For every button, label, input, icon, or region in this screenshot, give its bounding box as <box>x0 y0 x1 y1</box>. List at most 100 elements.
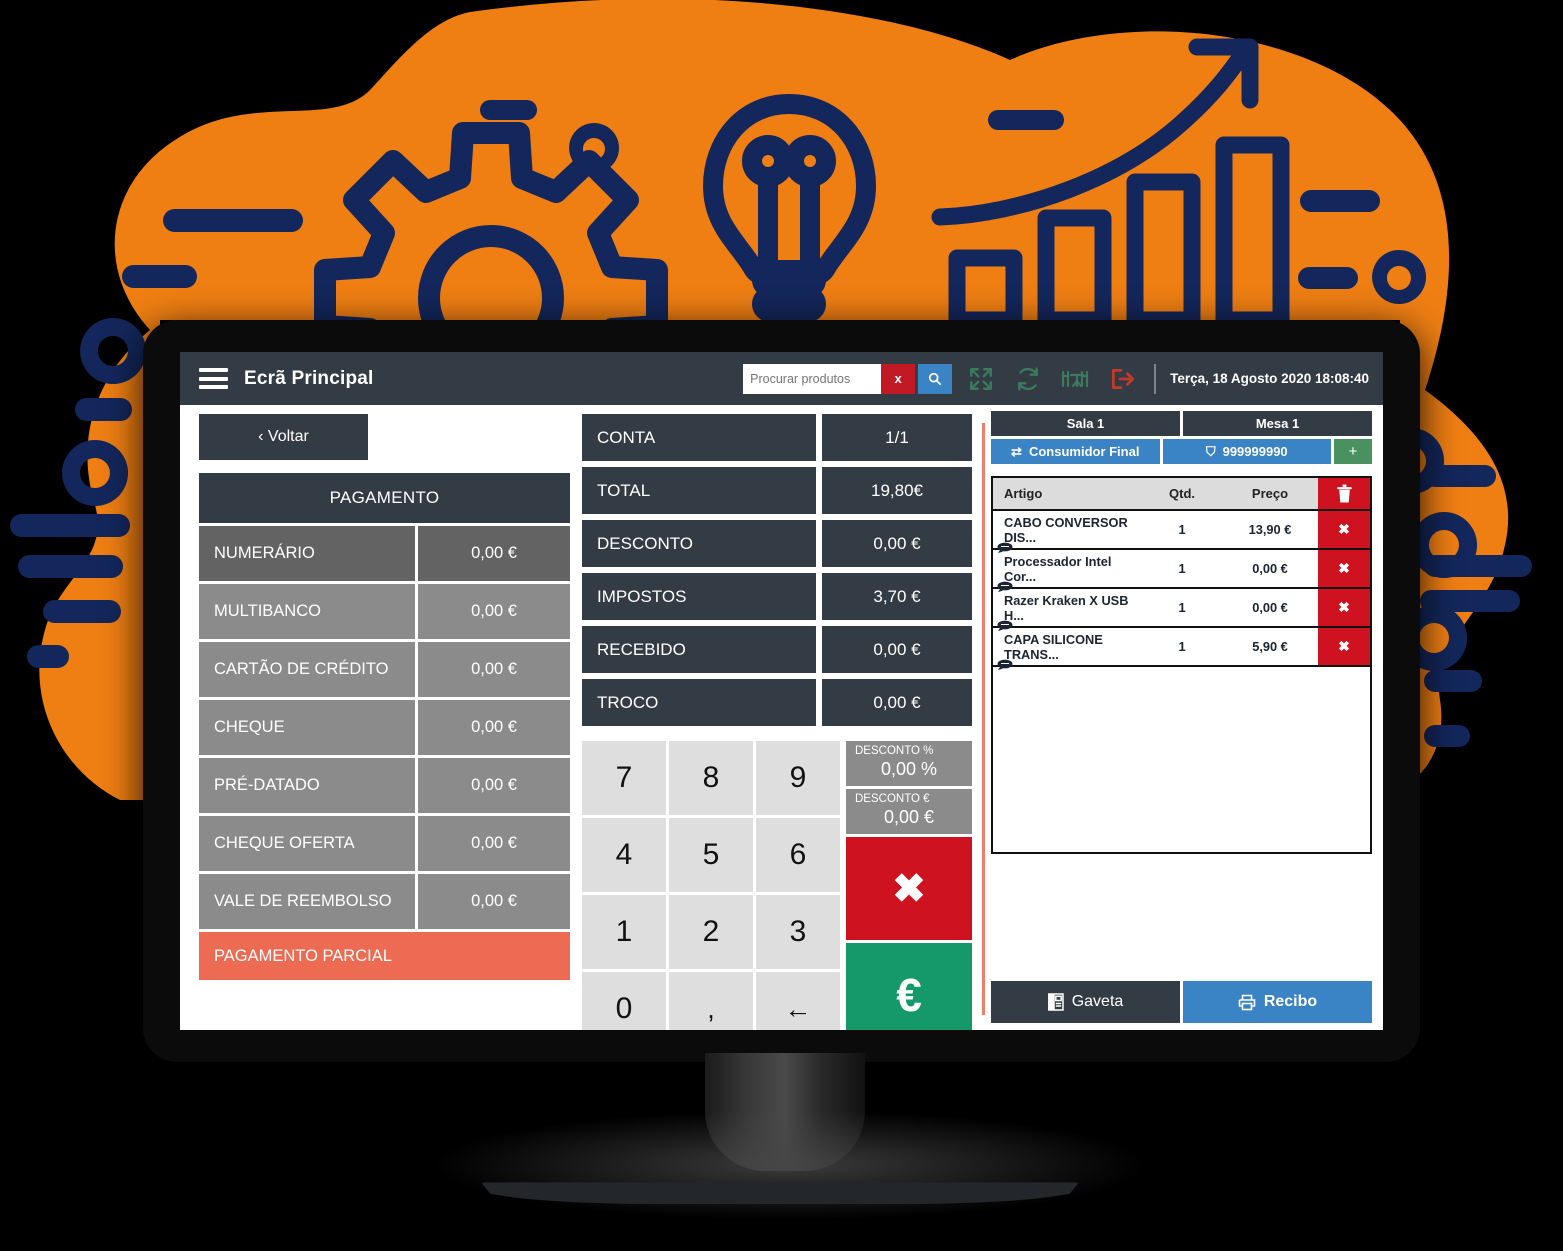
total-value: 0,00 € <box>822 520 972 567</box>
payment-method-row[interactable]: VALE DE REEMBOLSO 0,00 € <box>199 874 570 929</box>
discount-euro-label: DESCONTO € <box>855 793 930 806</box>
fullscreen-icon[interactable] <box>963 364 999 394</box>
logout-icon[interactable] <box>1104 364 1140 394</box>
cart-item-name: CABO CONVERSOR DIS... <box>1004 514 1128 545</box>
total-row: DESCONTO 0,00 € <box>582 520 972 567</box>
key-4[interactable]: 4 <box>582 818 666 892</box>
drawer-button[interactable]: Gaveta <box>991 981 1180 1023</box>
search-input[interactable] <box>743 363 882 394</box>
page-title: Ecrã Principal <box>244 367 374 389</box>
payment-method-label[interactable]: CARTÃO DE CRÉDITO <box>199 642 415 697</box>
cart-item-remove-button[interactable]: ✖ <box>1318 628 1370 665</box>
key-0[interactable]: 0 <box>582 972 666 1030</box>
cart-item-name: Razer Kraken X USB H... <box>1004 592 1129 623</box>
customer-button[interactable]: ⇄ Consumidor Final <box>991 439 1160 464</box>
cart-item-row[interactable]: Razer Kraken X USB H... 1 0,00 € ✖ <box>993 589 1370 631</box>
drawer-label: Gaveta <box>1071 993 1124 1010</box>
printer-icon <box>1238 994 1256 1010</box>
monitor-bezel: Ecrã Principal x <box>143 320 1420 1062</box>
cancel-button[interactable]: ✖ <box>846 837 972 941</box>
payment-method-label[interactable]: CHEQUE OFERTA <box>199 816 415 871</box>
cart-item-remove-button[interactable]: ✖ <box>1318 511 1370 548</box>
discount-percent-button[interactable]: DESCONTO % 0,00 % <box>846 741 972 787</box>
discount-euro-value: 0,00 € <box>883 807 935 828</box>
add-customer-button[interactable]: + <box>1334 439 1372 464</box>
key-3[interactable]: 3 <box>756 895 840 969</box>
key-decimal-comma[interactable]: , <box>669 972 753 1030</box>
payment-method-row[interactable]: CHEQUE OFERTA 0,00 € <box>199 816 570 871</box>
refresh-icon[interactable] <box>1010 364 1046 394</box>
tables-icon[interactable] <box>1057 364 1093 394</box>
search-icon[interactable] <box>918 363 953 394</box>
key-6[interactable]: 6 <box>756 818 840 892</box>
id-card-icon: ⛉ <box>1205 443 1216 459</box>
payment-method-row[interactable]: PRÉ-DATADO 0,00 € <box>199 758 570 813</box>
customer-name: Consumidor Final <box>1028 444 1140 459</box>
room-label: Sala 1 <box>991 411 1180 436</box>
panel-divider <box>982 423 985 1015</box>
confirm-payment-button[interactable]: € <box>846 943 972 1030</box>
cart-item-name: CAPA SILICONE TRANS... <box>1004 631 1103 662</box>
payment-method-row[interactable]: CARTÃO DE CRÉDITO 0,00 € <box>199 642 570 697</box>
key-8[interactable]: 8 <box>669 741 753 815</box>
column-header-price: Preço <box>1251 486 1289 501</box>
toolbar-divider <box>1154 363 1157 394</box>
payment-method-value[interactable]: 0,00 € <box>418 642 570 697</box>
key-7[interactable]: 7 <box>582 741 666 815</box>
cart-item-row[interactable]: CAPA SILICONE TRANS... 1 5,90 € ✖ <box>993 628 1370 670</box>
tax-id-button[interactable]: ⛉ 999999990 <box>1162 439 1331 464</box>
cart-item-price: 13,90 € <box>1248 522 1292 537</box>
total-row: RECEBIDO 0,00 € <box>582 626 972 673</box>
key-5[interactable]: 5 <box>669 818 753 892</box>
cash-drawer-icon <box>1047 993 1064 1011</box>
keypad-grid: 7 8 9 4 5 6 1 2 3 0 , ← <box>582 741 840 1030</box>
monitor-screen: Ecrã Principal x <box>180 352 1383 1030</box>
key-2[interactable]: 2 <box>669 895 753 969</box>
hamburger-icon[interactable] <box>199 368 228 389</box>
trash-icon[interactable] <box>1318 478 1370 509</box>
key-9[interactable]: 9 <box>756 741 840 815</box>
cart-item-remove-button[interactable]: ✖ <box>1318 589 1370 626</box>
payment-method-row[interactable]: CHEQUE 0,00 € <box>199 700 570 755</box>
total-row: IMPOSTOS 3,70 € <box>582 573 972 620</box>
payment-method-label[interactable]: VALE DE REEMBOLSO <box>199 874 415 929</box>
payment-method-label[interactable]: MULTIBANCO <box>199 584 415 639</box>
keypad-side-actions: DESCONTO % 0,00 % DESCONTO € 0,00 € ✖ € <box>846 741 972 1030</box>
clock-label: Terça, 18 Agosto 2020 18:08:40 <box>1170 371 1369 386</box>
payment-method-label[interactable]: CHEQUE <box>199 700 415 755</box>
receipt-button[interactable]: Recibo <box>1183 981 1372 1023</box>
cart-item-row[interactable]: Processador Intel Cor... 1 0,00 € ✖ <box>993 550 1370 592</box>
payment-header: PAGAMENTO <box>199 473 570 523</box>
payment-method-label[interactable]: NUMERÁRIO <box>199 526 415 581</box>
discount-percent-value: 0,00 % <box>880 759 938 780</box>
total-label: IMPOSTOS <box>582 573 816 620</box>
payment-method-row[interactable]: NUMERÁRIO 0,00 € <box>199 526 570 581</box>
cart-header-row: Artigo Qtd. Preço <box>993 478 1370 511</box>
cart-item-qty: 1 <box>1178 561 1186 576</box>
payment-method-label[interactable]: PRÉ-DATADO <box>199 758 415 813</box>
search-clear-button[interactable]: x <box>881 363 916 394</box>
payment-method-value[interactable]: 0,00 € <box>418 584 570 639</box>
discount-euro-button[interactable]: DESCONTO € 0,00 € <box>846 789 972 835</box>
back-button[interactable]: ‹ Voltar <box>199 414 368 460</box>
cart-item-price: 0,00 € <box>1252 600 1288 615</box>
topbar-tools: x <box>743 352 1383 405</box>
cart-item-price: 0,00 € <box>1252 561 1288 576</box>
payment-method-value[interactable]: 0,00 € <box>418 758 570 813</box>
payment-method-value[interactable]: 0,00 € <box>418 874 570 929</box>
cart-item-remove-button[interactable]: ✖ <box>1318 550 1370 587</box>
cart-item-name: Processador Intel Cor... <box>1004 553 1112 584</box>
cart-item-row[interactable]: CABO CONVERSOR DIS... 1 13,90 € ✖ <box>993 511 1370 553</box>
payment-method-value[interactable]: 0,00 € <box>418 700 570 755</box>
comment-icon[interactable] <box>997 659 1013 670</box>
key-1[interactable]: 1 <box>582 895 666 969</box>
payment-method-value[interactable]: 0,00 € <box>418 526 570 581</box>
partial-payment-button[interactable]: PAGAMENTO PARCIAL <box>199 932 570 980</box>
payment-method-row[interactable]: MULTIBANCO 0,00 € <box>199 584 570 639</box>
total-value: 1/1 <box>822 414 972 461</box>
backspace-icon[interactable]: ← <box>756 972 840 1030</box>
receipt-label: Recibo <box>1263 993 1318 1010</box>
payment-method-value[interactable]: 0,00 € <box>418 816 570 871</box>
total-label: TROCO <box>582 679 816 726</box>
total-label: TOTAL <box>582 467 816 514</box>
